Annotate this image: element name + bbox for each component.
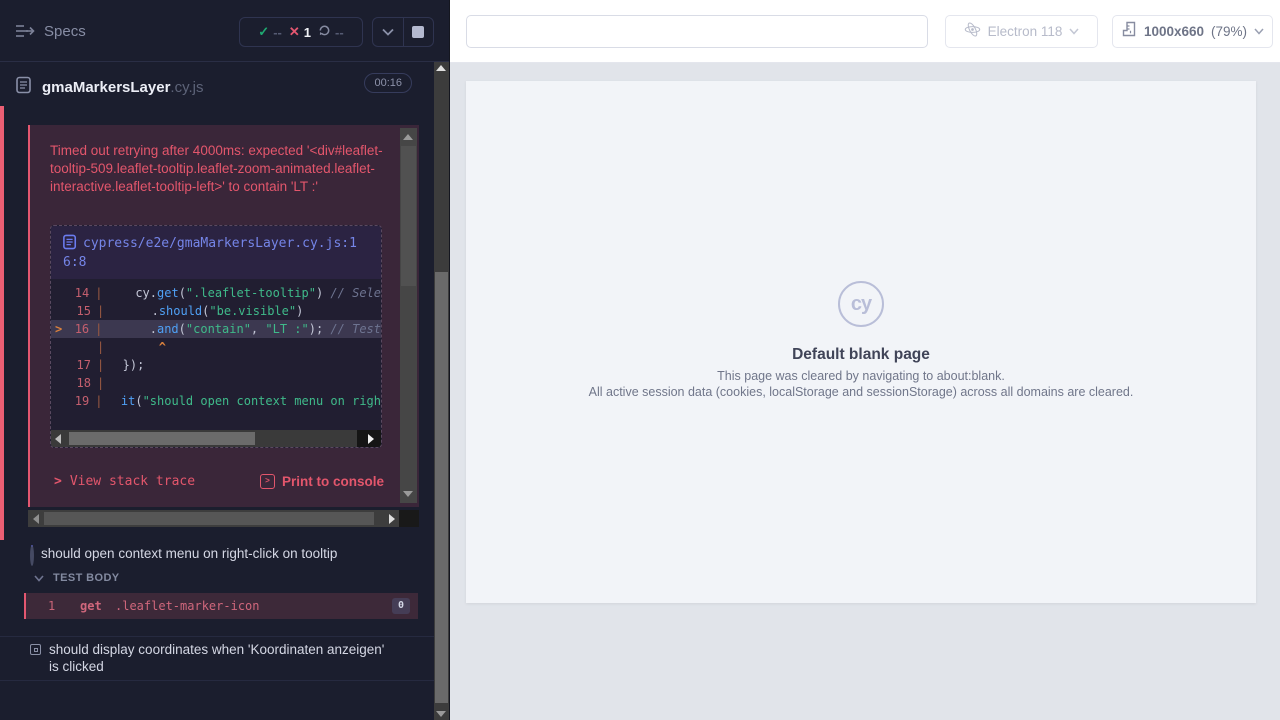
failed-test-stripe [0,106,4,540]
error-message: Timed out retrying after 4000ms: expecte… [50,142,388,196]
reporter-controls [372,17,434,47]
specs-menu-icon[interactable] [14,22,36,40]
blank-page-title: Default blank page [466,346,1256,364]
error-scrollbar-thumb[interactable] [401,146,416,286]
test-stats: ✓ -- ✕ 1 -- [239,17,363,47]
stop-icon [412,26,424,38]
chevron-down-icon [1069,28,1079,35]
check-icon: ✓ [258,24,269,40]
scroll-up-icon[interactable] [403,134,413,140]
scroll-down-icon[interactable] [436,711,446,717]
print-to-console-button[interactable]: >Print to console [260,474,384,489]
ruler-icon [1121,21,1137,42]
url-input[interactable] [466,15,928,48]
chevron-right-icon: > [54,474,62,489]
divider [0,636,434,637]
spec-file-ext: .cy.js [170,79,203,96]
code-line: 17| }); [51,356,381,374]
code-body: 14| cy.get(".leaflet-tooltip") // Sele 1… [51,279,381,410]
error-code-frame: cypress/e2e/gmaMarkersLayer.cy.js:16:8 1… [50,225,382,448]
scroll-down-icon[interactable] [403,491,413,497]
reporter-vscrollbar-thumb[interactable] [435,272,448,703]
scroll-left-icon[interactable] [33,514,39,524]
code-line: 19| it("should open context menu on righ [51,392,381,410]
reporter-scrollbar-corner [399,510,419,527]
spec-file-icon [16,76,32,99]
error-file-link[interactable]: cypress/e2e/gmaMarkersLayer.cy.js:16:8 [51,226,381,279]
viewport-zoom: (79%) [1211,24,1247,39]
stop-button[interactable] [403,18,434,46]
error-footer: >View stack trace >Print to console [30,470,419,500]
viewport-size-dropdown[interactable]: 1000x660 (79%) [1112,15,1273,48]
test-body-label: TEST BODY [53,572,120,584]
cypress-logo: cy [838,281,884,327]
cross-icon: ✕ [289,24,300,40]
reporter-sidebar: Specs ✓ -- ✕ 1 -- [0,0,450,720]
reporter-vertical-scrollbar[interactable] [434,62,449,720]
reporter-horizontal-scrollbar[interactable] [28,510,419,527]
command-target: .leaflet-marker-icon [115,593,260,619]
command-log-row[interactable]: 1 get .leaflet-marker-icon 0 [24,593,418,619]
code-line: 14| cy.get(".leaflet-tooltip") // Sele [51,284,381,302]
stat-pending: -- [318,24,344,40]
aut-viewport: cy Default blank page This page was clea… [466,81,1256,603]
collapse-all-button[interactable] [373,18,403,46]
code-line: | ^ [51,338,381,356]
browser-url-bar: Electron 118 1000x660 (79%) [450,0,1280,63]
reporter-header: Specs ✓ -- ✕ 1 -- [0,0,450,62]
pending-box-icon [30,644,41,675]
view-stack-trace-link[interactable]: >View stack trace [54,474,195,489]
cypress-app: Specs ✓ -- ✕ 1 -- [0,0,1280,720]
test-body-toggle[interactable]: TEST BODY [34,572,120,584]
command-number: 1 [48,593,55,619]
electron-icon [964,21,981,43]
running-spinner-icon [30,547,34,565]
browser-select-dropdown[interactable]: Electron 118 [945,15,1098,48]
test-row-running[interactable]: should open context menu on right-click … [0,545,434,565]
restart-icon [318,24,331,40]
blank-page-message-2: All active session data (cookies, localS… [466,385,1256,399]
code-line: 18| [51,374,381,392]
scroll-right-icon[interactable] [389,514,395,524]
spec-file-row[interactable]: gmaMarkersLayer .cy.js 00:16 [0,63,434,111]
chevron-down-icon [382,28,394,36]
spec-duration-badge: 00:16 [364,73,412,93]
reporter-scrollbar-thumb[interactable] [44,512,374,525]
viewport-size: 1000x660 [1144,24,1204,39]
code-scrollbar-thumb[interactable] [69,432,255,445]
code-horizontal-scrollbar[interactable] [51,430,381,447]
specs-title: Specs [44,23,86,40]
test-row-pending[interactable]: should display coordinates when 'Koordin… [0,641,434,675]
scroll-right-icon[interactable] [368,434,374,444]
console-icon: > [260,474,275,489]
stat-failed: ✕ 1 [289,24,311,40]
scroll-left-icon[interactable] [55,434,61,444]
chevron-down-icon [1254,28,1264,35]
browser-name: Electron 118 [988,24,1063,39]
divider [0,680,434,681]
test-title: should open context menu on right-click … [41,545,337,565]
scroll-up-icon[interactable] [436,65,446,71]
test-title: should display coordinates when 'Koordin… [49,641,385,675]
command-count-badge: 0 [392,598,410,614]
error-vertical-scrollbar[interactable] [400,128,417,503]
chevron-down-icon [34,575,44,582]
stat-passed: ✓ -- [258,24,282,40]
browser-stage: Electron 118 1000x660 (79%) cy Default b… [450,0,1280,720]
blank-page-message-1: This page was cleared by navigating to a… [466,369,1256,383]
test-error-panel: Timed out retrying after 4000ms: expecte… [28,125,419,507]
command-method: get [80,593,102,619]
file-icon [63,234,77,250]
spec-file-name: gmaMarkersLayer [42,79,170,96]
code-line: 15| .should("be.visible") [51,302,381,320]
code-line: >16| .and("contain", "LT :"); // Test [51,320,381,338]
